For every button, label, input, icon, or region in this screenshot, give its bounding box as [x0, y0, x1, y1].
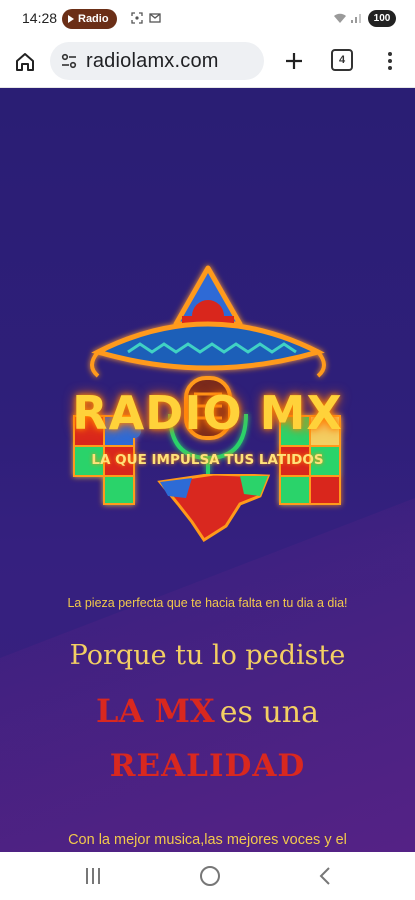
mexico-map-icon — [157, 474, 271, 543]
media-chip-label: Radio — [78, 13, 109, 25]
browser-toolbar: radiolamx.com 4 — [0, 36, 415, 88]
site-settings-icon[interactable] — [60, 52, 78, 70]
mx-line: LA MX es una — [0, 692, 415, 730]
url-text: radiolamx.com — [86, 49, 219, 72]
home-button[interactable] — [10, 48, 40, 76]
battery-indicator: 100 — [368, 10, 396, 27]
realidad-text: REALIDAD — [109, 748, 306, 784]
status-bar: 14:28 Radio 100 — [0, 0, 415, 36]
recent-apps-button[interactable] — [86, 868, 102, 884]
signal-icon — [351, 14, 361, 23]
home-nav-button[interactable] — [200, 866, 220, 886]
plus-icon — [286, 53, 302, 69]
logo-title: RADIO MX — [72, 386, 343, 440]
play-icon — [68, 15, 74, 23]
home-icon — [16, 53, 34, 71]
bottom-text: Con la mejor musica,las mejores voces y … — [68, 832, 347, 848]
page-content: RADIO MX LA QUE IMPULSA TUS LATIDOS La p… — [0, 88, 415, 852]
new-tab-button[interactable] — [280, 46, 308, 76]
more-menu-button[interactable] — [382, 48, 398, 74]
tab-switcher-button[interactable]: 4 — [331, 49, 353, 71]
headline: Porque tu lo pediste — [69, 640, 346, 671]
media-chip[interactable]: Radio — [62, 9, 117, 29]
status-time: 14:28 — [22, 10, 58, 26]
wifi-icon — [334, 13, 346, 23]
tagline: La pieza perfecta que te hacia falta en … — [67, 596, 348, 610]
gmail-icon — [149, 13, 161, 23]
back-button[interactable] — [318, 866, 332, 886]
address-bar[interactable]: radiolamx.com — [50, 42, 264, 80]
mx-yellow-text: es una — [219, 695, 320, 730]
mx-red-text: LA MX — [95, 692, 215, 730]
logo-subtitle: LA QUE IMPULSA TUS LATIDOS — [91, 452, 324, 468]
system-nav-bar — [0, 852, 415, 900]
screenshot-icon — [131, 12, 143, 24]
